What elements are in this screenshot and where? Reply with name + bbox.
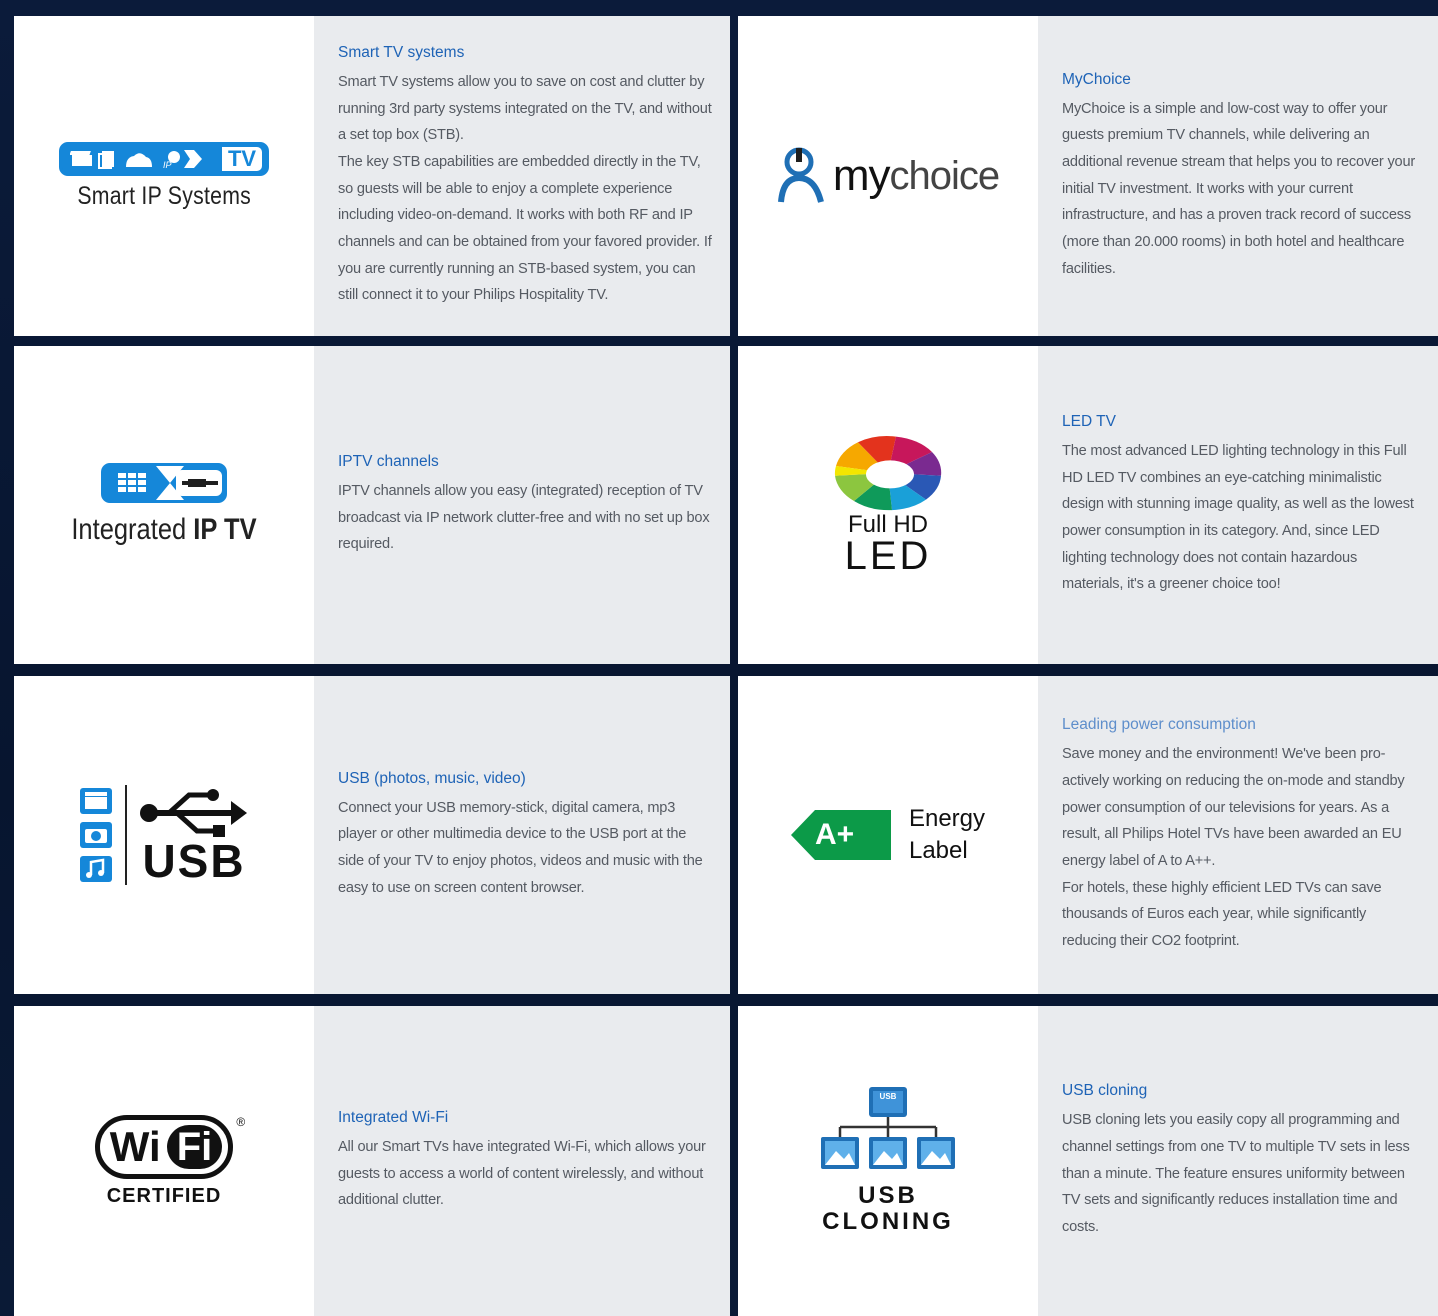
feature-paragraph: For hotels, these highly efficient LED T… xyxy=(1062,879,1382,950)
music-icon xyxy=(80,856,112,882)
registered-mark: ® xyxy=(236,1114,246,1129)
clapper-icon xyxy=(80,788,112,814)
network-plug-icon xyxy=(101,463,227,503)
led-description: LED TV The most advanced LED lighting te… xyxy=(1038,346,1438,664)
feature-card-usb-cloning: USB USB CLONING USB cloning USB cloning … xyxy=(738,1006,1438,1316)
wifi-logo-sub: CERTIFIED xyxy=(106,1184,222,1207)
feature-body: IPTV channels allow you easy (integrated… xyxy=(338,478,712,558)
feature-card-led: Full HD LED LED TV The most advanced LED… xyxy=(738,346,1438,664)
iptv-logo-text: Integrated IP TV xyxy=(71,513,256,547)
usb-cloning-logo-text-a: USB xyxy=(858,1182,918,1209)
feature-title: MyChoice xyxy=(1062,70,1131,88)
feature-paragraph: The most advanced LED lighting technolog… xyxy=(1062,442,1414,593)
usb-cloning-description: USB cloning USB cloning lets you easily … xyxy=(1038,1006,1438,1316)
feature-title: Leading power consumption xyxy=(1062,716,1256,734)
feature-body: The most advanced LED lighting technolog… xyxy=(1062,438,1420,598)
feature-body: USB cloning lets you easily copy all pro… xyxy=(1062,1107,1420,1241)
mychoice-logo-text-choice: choice xyxy=(889,153,1001,198)
led-logo-text-b: LED xyxy=(844,534,932,578)
mychoice-logo: my choice xyxy=(738,16,1038,336)
feature-title: IPTV channels xyxy=(338,452,439,470)
feature-body: All our Smart TVs have integrated Wi-Fi,… xyxy=(338,1134,712,1214)
energy-logo: A+ Energy Label xyxy=(738,676,1038,994)
iptv-description: IPTV channels IPTV channels allow you ea… xyxy=(314,346,730,664)
feature-title: USB cloning xyxy=(1062,1082,1148,1100)
mychoice-description: MyChoice MyChoice is a simple and low-co… xyxy=(1038,16,1438,336)
wifi-logo-text-b: Fi xyxy=(166,1124,223,1169)
energy-logo-text-b: Label xyxy=(908,837,968,864)
iptv-logo-text-a: Integrated xyxy=(71,513,187,546)
feature-card-smart-tv: IP TV Smart IP Systems Smart TV systems … xyxy=(14,16,730,336)
media-icons xyxy=(79,787,113,883)
feature-card-usb: USB USB (photos, music, video) Connect y… xyxy=(14,676,730,994)
smart-tv-logo: IP TV Smart IP Systems xyxy=(14,16,314,336)
feature-paragraph: MyChoice is a simple and low-cost way to… xyxy=(1062,100,1416,277)
feature-card-iptv: Integrated IP TV IPTV channels IPTV chan… xyxy=(14,346,730,664)
feature-body: Smart TV systems allow you to save on co… xyxy=(338,69,712,309)
energy-badge: A+ xyxy=(814,818,855,851)
feature-body: Connect your USB memory-stick, digital c… xyxy=(338,795,712,902)
feature-paragraph: All our Smart TVs have integrated Wi-Fi,… xyxy=(338,1138,706,1209)
smart-tv-description: Smart TV systems Smart TV systems allow … xyxy=(314,16,730,336)
iptv-logo-text-b: IP TV xyxy=(193,513,257,546)
smart-tv-icons: IP TV xyxy=(58,141,270,176)
feature-paragraph: Connect your USB memory-stick, digital c… xyxy=(338,799,703,896)
feature-paragraph: Save money and the environment! We've be… xyxy=(1062,746,1405,869)
camera-icon xyxy=(80,822,112,848)
usb-cloning-icon-label: USB xyxy=(879,1092,897,1101)
usb-logo-text: USB xyxy=(142,835,246,887)
feature-title: Integrated Wi-Fi xyxy=(338,1108,449,1126)
feature-paragraph: Smart TV systems allow you to save on co… xyxy=(338,73,712,144)
wifi-certified-logo: Wi Fi ® CERTIFIED xyxy=(14,1006,314,1316)
usb-cloning-logo-text-b: CLONING xyxy=(822,1208,954,1235)
energy-logo-text-a: Energy xyxy=(908,805,986,832)
wifi-description: Integrated Wi-Fi All our Smart TVs have … xyxy=(314,1006,730,1316)
color-wheel-icon xyxy=(834,436,942,511)
svg-text:IP: IP xyxy=(163,160,172,170)
feature-body: MyChoice is a simple and low-cost way to… xyxy=(1062,96,1420,283)
feature-card-energy: A+ Energy Label Leading power consumptio… xyxy=(738,676,1438,994)
smart-tv-badge: TV xyxy=(221,146,263,171)
feature-card-mychoice: my choice MyChoice MyChoice is a simple … xyxy=(738,16,1438,336)
usb-description: USB (photos, music, video) Connect your … xyxy=(314,676,730,994)
energy-arrow-icon: A+ xyxy=(790,810,891,860)
energy-description: Leading power consumption Save money and… xyxy=(1038,676,1438,994)
feature-title: USB (photos, music, video) xyxy=(338,769,526,787)
usb-logo: USB xyxy=(14,676,314,994)
wifi-logo-text-a: Wi xyxy=(109,1122,161,1170)
person-power-icon xyxy=(777,147,824,203)
usb-cloning-tree-icon: USB xyxy=(818,1087,958,1173)
feature-title: Smart TV systems xyxy=(338,43,465,61)
usb-cloning-logo: USB USB CLONING xyxy=(738,1006,1038,1316)
feature-paragraph: IPTV channels allow you easy (integrated… xyxy=(338,482,710,553)
feature-paragraph: USB cloning lets you easily copy all pro… xyxy=(1062,1112,1410,1236)
feature-card-wifi: Wi Fi ® CERTIFIED Integrated Wi-Fi All o… xyxy=(14,1006,730,1316)
feature-body: Save money and the environment! We've be… xyxy=(1062,741,1420,955)
smart-tv-logo-text: Smart IP Systems xyxy=(77,181,251,210)
feature-title: LED TV xyxy=(1062,412,1116,430)
iptv-logo: Integrated IP TV xyxy=(14,346,314,664)
mychoice-logo-text-my: my xyxy=(832,151,891,200)
usb-trident-icon xyxy=(140,789,247,837)
feature-paragraph: The key STB capabilities are embedded di… xyxy=(338,153,712,304)
led-logo: Full HD LED xyxy=(738,346,1038,664)
